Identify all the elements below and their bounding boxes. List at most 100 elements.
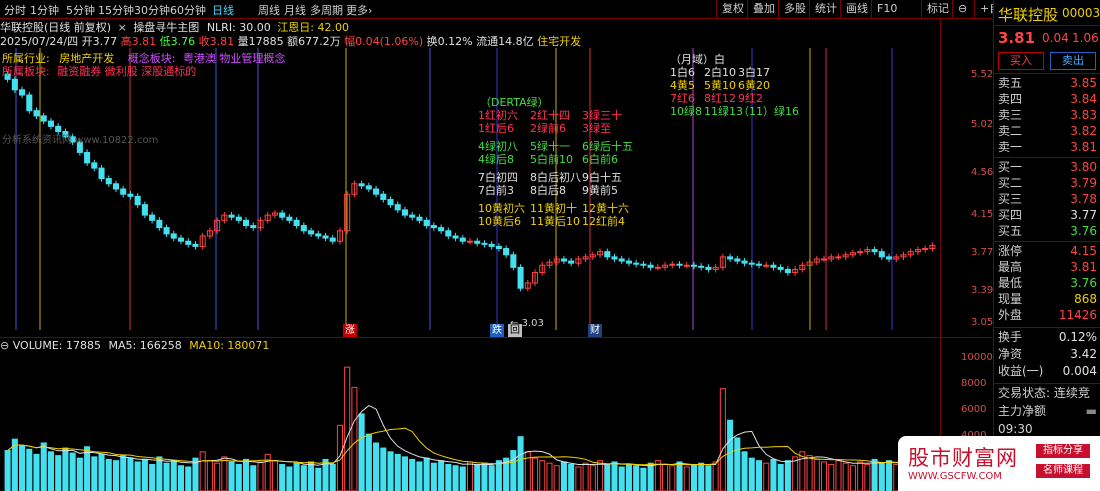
volume-bar <box>120 455 127 491</box>
month-cell: 7红6 <box>670 92 695 105</box>
volume-bar <box>163 462 170 491</box>
candle-body <box>127 193 134 197</box>
watermark-tag-indicator[interactable]: 指标分享 <box>1036 444 1090 458</box>
derta-cell: 6绿后十五 <box>582 140 633 153</box>
quote-row-value: 3.80 <box>1070 160 1097 174</box>
derta-cell: 8白后8 <box>530 184 566 197</box>
volume-bar <box>459 466 466 491</box>
quote-row: 买三 3.78 <box>998 191 1100 207</box>
candle-body <box>784 268 791 274</box>
candle-body <box>141 204 148 216</box>
candle-body <box>466 240 474 243</box>
month-cell: （11）绿16 <box>738 105 799 118</box>
volume-tick: 10000 <box>961 352 993 363</box>
quote-row-label: 外盘 <box>998 308 1023 322</box>
candle-body <box>445 230 452 237</box>
candle-body <box>40 115 47 122</box>
region-value: 融资融券 微利股 深股通标的 <box>57 65 197 78</box>
volume-bar <box>105 458 112 491</box>
buy-button[interactable]: 买入 <box>998 52 1044 70</box>
candle-body <box>647 264 654 268</box>
volume-bar <box>69 452 76 491</box>
quote-row-label: 买一 <box>998 160 1023 174</box>
volume-tick: 6000 <box>961 404 987 415</box>
derta-cell: 6白前6 <box>582 153 618 166</box>
quote-row-value: 868 <box>1074 292 1097 306</box>
volume-bar <box>257 461 264 491</box>
quote-row-value: 3.76 <box>1070 276 1097 290</box>
month-cell: 1白6 <box>670 66 695 79</box>
candle-body <box>568 260 575 264</box>
industry-annotation: 所属行业: 房地产开发 概念板块: 粤港澳 物业管理概念 <box>2 52 285 65</box>
candle-body <box>192 243 199 247</box>
volume-bar <box>329 463 336 491</box>
quote-row: 卖二 3.82 <box>998 123 1100 139</box>
badge-die[interactable]: 跌 <box>490 324 504 337</box>
candle-body <box>19 89 26 96</box>
derta-cell: 8白后初八 <box>530 171 581 184</box>
candle-body <box>459 237 466 242</box>
volume-bar <box>770 458 777 491</box>
quote-row-label: 现量 <box>998 292 1023 306</box>
derta-cell: 3绿三十 <box>582 109 622 122</box>
candle-body <box>149 214 156 221</box>
volume-bar <box>315 467 322 491</box>
quote-row-label: 涨停 <box>998 244 1023 258</box>
quote-row-label: 最高 <box>998 260 1023 274</box>
volume-bar <box>206 460 213 491</box>
candle-body <box>286 216 293 221</box>
candle-body <box>33 110 40 117</box>
watermark-tag-course[interactable]: 名师课程 <box>1036 464 1090 478</box>
candle-body <box>401 209 409 216</box>
candle-body <box>755 263 763 266</box>
volume-bar <box>300 465 307 491</box>
quote-row-label: 卖一 <box>998 140 1023 154</box>
volume-bar <box>719 388 726 491</box>
toolbar-tool-7[interactable]: ⊖ <box>952 0 972 18</box>
quote-row-value: 3.85 <box>1070 76 1097 90</box>
badge-hui[interactable]: 回 <box>508 324 522 337</box>
candle-body <box>503 248 510 256</box>
quote-row-label: 卖五 <box>998 76 1023 90</box>
volume-bar <box>214 462 221 491</box>
volume-bar <box>243 458 250 491</box>
quote-stock-name[interactable]: 华联控股 <box>998 4 1058 25</box>
derta-cell: 7白前3 <box>478 184 514 197</box>
main-net-label: 主力净额 <box>998 404 1047 418</box>
volume-bar <box>365 433 372 491</box>
main-net-row: 主力净额 ▬ <box>998 403 1100 419</box>
badge-zhang[interactable]: 涨 <box>343 324 357 337</box>
pane-divider[interactable] <box>0 337 992 338</box>
watermark-url: WWW.GSCFW.COM <box>908 471 1002 482</box>
derta-cell: 3绿至 <box>582 122 611 135</box>
volume-bar <box>199 451 206 491</box>
volume-bar <box>799 451 806 491</box>
volume-bar <box>271 460 278 491</box>
volume-collapse-icon[interactable]: ⊖ <box>0 339 9 352</box>
sell-button[interactable]: 卖出 <box>1050 52 1096 70</box>
candle-body <box>690 264 697 267</box>
candle-body <box>373 188 380 195</box>
candle-body <box>177 237 185 242</box>
badge-cai[interactable]: 财 <box>588 324 602 337</box>
candle-body <box>293 219 300 227</box>
candle-body <box>120 188 127 195</box>
volume-bar <box>633 465 640 491</box>
price-tick: 5.02 <box>971 119 994 130</box>
quote-row: 外盘 11426 <box>998 307 1100 323</box>
candle-body <box>84 151 91 164</box>
price-tick: 3.39 <box>971 285 994 296</box>
volume-bar <box>763 462 770 491</box>
quote-row-label: 净资 <box>998 347 1023 361</box>
candle-body <box>98 167 105 180</box>
volume-bar <box>466 461 474 491</box>
volume-bar <box>409 458 416 491</box>
candle-body <box>163 227 170 235</box>
quote-row: 买四 3.77 <box>998 207 1100 223</box>
candle-body <box>250 225 257 229</box>
derta-cell: 10黄后6 <box>478 215 521 228</box>
quote-row: 最低 3.76 <box>998 275 1100 291</box>
derta-cell: 4绿初八 <box>478 140 518 153</box>
volume-bar <box>698 462 705 491</box>
volume-bar <box>127 457 134 491</box>
